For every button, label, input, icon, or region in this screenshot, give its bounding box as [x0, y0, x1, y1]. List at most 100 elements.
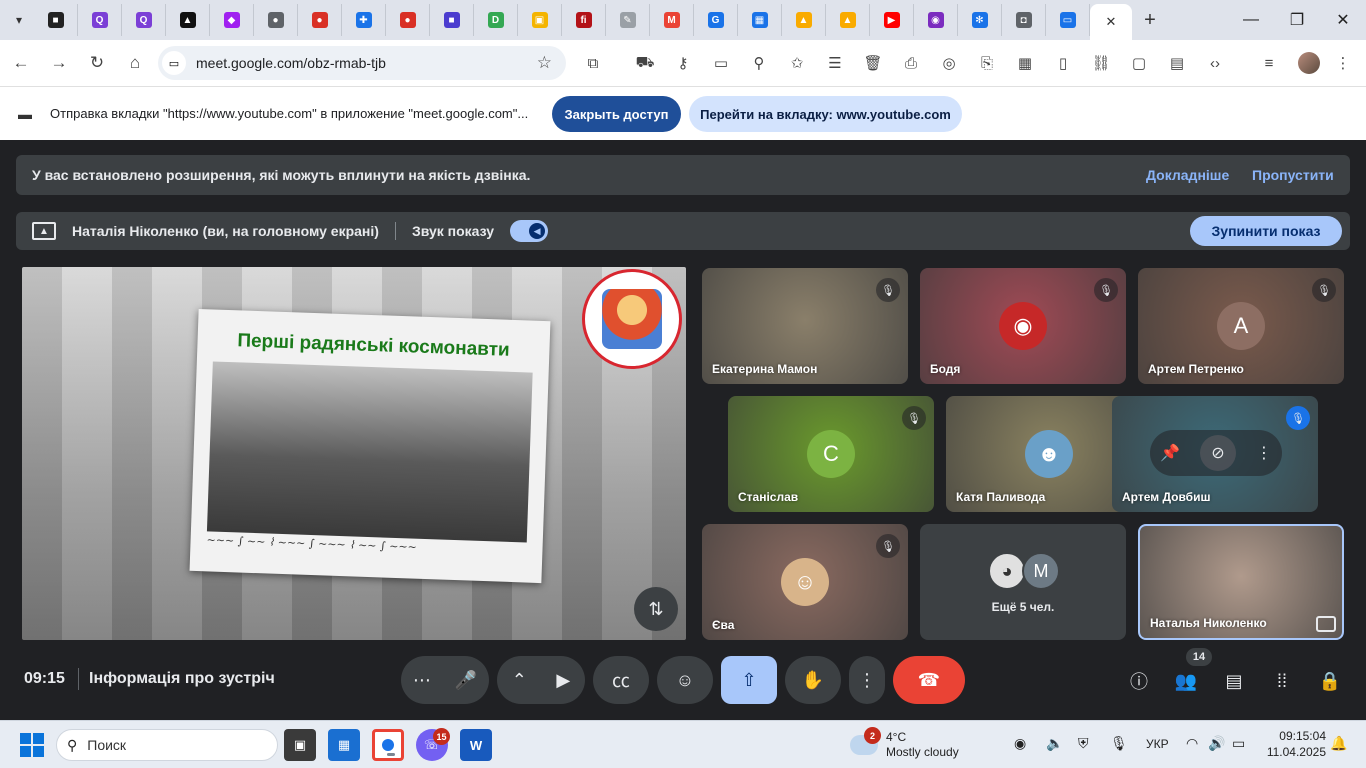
url-text[interactable]: meet.google.com/obz-rmab-tjb — [196, 55, 386, 71]
mic-tray-icon[interactable]: 🎙 — [1110, 735, 1128, 752]
browser-tab[interactable]: Q — [122, 4, 166, 36]
browser-tab[interactable]: Q — [78, 4, 122, 36]
viber-tray-icon[interactable]: ◉ — [1014, 735, 1026, 752]
participant-tile[interactable]: ☺ 🎙 Єва — [702, 524, 908, 640]
task-view-icon[interactable]: ▣ — [284, 729, 316, 761]
start-button[interactable] — [20, 733, 44, 757]
browser-tab[interactable]: ▲ — [826, 4, 870, 36]
browser-tab[interactable]: ■ — [430, 4, 474, 36]
stop-sharing-button[interactable]: Закрыть доступ — [552, 96, 681, 132]
browser-tab[interactable]: ▲ — [166, 4, 210, 36]
battery-icon[interactable]: ▭ — [1232, 735, 1245, 752]
browser-tab[interactable]: ▭ — [1046, 4, 1090, 36]
meet-site-icon[interactable]: ▭ — [162, 51, 186, 75]
key-icon[interactable]: ⚷ — [670, 50, 696, 76]
translate-icon[interactable]: ⎘ — [974, 50, 1000, 76]
browser-tab[interactable]: ● — [386, 4, 430, 36]
participant-tile[interactable]: 🎙 Екатерина Мамон — [702, 268, 908, 384]
taskbar-search[interactable]: ⚲ Поиск — [56, 729, 278, 761]
notifications-icon[interactable]: 🔔 — [1330, 735, 1347, 752]
close-tab-icon[interactable]: ✕ — [1106, 14, 1117, 30]
browser-tab[interactable]: ▦ — [738, 4, 782, 36]
browser-tab[interactable]: M — [650, 4, 694, 36]
skip-link[interactable]: Пропустити — [1252, 167, 1334, 183]
browser-tab[interactable]: D — [474, 4, 518, 36]
browser-tab[interactable]: ● — [298, 4, 342, 36]
chrome-icon[interactable] — [372, 729, 404, 761]
active-tab-close[interactable]: ✕ — [1090, 4, 1132, 40]
emoji-icon[interactable]: ☺ — [657, 656, 713, 704]
host-controls-icon[interactable]: 🔒 — [1315, 666, 1345, 696]
menu-kebab-icon[interactable]: ⋮ — [1330, 50, 1356, 76]
security-icon[interactable]: ⛨ — [1078, 735, 1089, 752]
raise-hand-icon[interactable]: ✋ — [785, 656, 841, 704]
share-audio-toggle[interactable]: ◀ — [510, 220, 549, 242]
speaker-icon[interactable]: 🔊 — [1208, 735, 1225, 752]
wifi-icon[interactable]: ◠ — [1186, 735, 1198, 752]
browser-tab[interactable]: ✻ — [958, 4, 1002, 36]
stop-presenting-button[interactable]: Зупинити показ — [1190, 216, 1342, 246]
profile-avatar[interactable] — [1298, 52, 1320, 74]
tab-search-button[interactable]: ▾ — [4, 5, 34, 35]
browser-tab[interactable]: fi — [562, 4, 606, 36]
link-icon[interactable]: ⛓ — [1088, 50, 1114, 76]
print-icon[interactable]: ⎙ — [898, 50, 924, 76]
swap-layout-icon[interactable]: ⇅ — [634, 587, 678, 631]
participant-tile[interactable]: 📌 ⊘ ⋮ 🎙 Артем Довбиш — [1112, 396, 1318, 512]
browser-tab[interactable]: ● — [254, 4, 298, 36]
browser-tab[interactable]: ■ — [34, 4, 78, 36]
browser-tab[interactable]: ▶ — [870, 4, 914, 36]
meeting-details[interactable]: Інформація про зустріч — [89, 670, 275, 688]
browser-tab[interactable]: ◆ — [210, 4, 254, 36]
cast-icon[interactable]: ▢ — [1126, 50, 1152, 76]
chevron-up-icon[interactable]: ⌃ — [512, 670, 527, 691]
system-clock[interactable]: 09:15:04 11.04.2025 — [1262, 728, 1326, 760]
weather-widget[interactable]: 2 4°C Mostly cloudy — [850, 727, 959, 763]
chat-icon[interactable]: ▤ — [1219, 666, 1249, 696]
present-now-icon[interactable]: ⇧ — [721, 656, 777, 704]
people-icon[interactable]: 👥 — [1171, 666, 1201, 696]
browser-tab[interactable]: ✎ — [606, 4, 650, 36]
home-button[interactable]: ⌂ — [118, 46, 152, 80]
camera-icon[interactable]: ▶ — [556, 670, 570, 691]
participant-tile[interactable]: А 🎙 Артем Петренко — [1138, 268, 1344, 384]
store-icon[interactable]: ▦ — [328, 729, 360, 761]
bookmark-star-icon[interactable]: ☆ — [537, 53, 552, 73]
reload-button[interactable]: ↻ — [80, 46, 114, 80]
forward-button[interactable]: → — [42, 46, 76, 80]
card-icon[interactable]: ▭ — [708, 50, 734, 76]
browser-tab[interactable]: ◘ — [1002, 4, 1046, 36]
picture-in-picture-icon[interactable] — [1316, 616, 1336, 632]
audio-options-icon[interactable]: ⋯ — [413, 670, 431, 691]
star-list-icon[interactable]: ✩ — [784, 50, 810, 76]
learn-more-link[interactable]: Докладніше — [1146, 167, 1229, 183]
lens-icon[interactable]: ◎ — [936, 50, 962, 76]
table-icon[interactable]: ▤ — [1164, 50, 1190, 76]
captions-icon[interactable]: ㏄ — [593, 656, 649, 704]
browser-tab[interactable]: G — [694, 4, 738, 36]
switch-tab-button[interactable]: Перейти на вкладку: www.youtube.com — [689, 96, 962, 132]
info-icon[interactable]: ⓘ — [1124, 666, 1154, 696]
volume-mixer-icon[interactable]: 🔈 — [1046, 735, 1063, 752]
minimize-button[interactable]: — — [1228, 0, 1274, 40]
self-view-tile[interactable]: Наталья Николенко — [1138, 524, 1344, 640]
code-icon[interactable]: ‹› — [1202, 50, 1228, 76]
pin-icon[interactable]: 📌 — [1160, 443, 1180, 463]
browser-tab[interactable]: ▲ — [782, 4, 826, 36]
address-bar[interactable]: ▭ meet.google.com/obz-rmab-tjb ☆ — [158, 46, 566, 80]
participant-tile[interactable]: ◉ 🎙 Бодя — [920, 268, 1126, 384]
more-options-icon[interactable]: ⋮ — [1256, 443, 1272, 463]
input-language[interactable]: УКР — [1146, 737, 1169, 751]
trash-icon[interactable]: 🗑 — [860, 50, 886, 76]
close-window-button[interactable]: ✕ — [1320, 0, 1366, 40]
mute-participant-icon[interactable]: ⊘ — [1199, 435, 1236, 471]
browser-tab[interactable]: ▣ — [518, 4, 562, 36]
reader-icon[interactable]: ▯ — [1050, 50, 1076, 76]
maximize-button[interactable]: ❐ — [1274, 0, 1320, 40]
more-participants-tile[interactable]: ◕ M Ещё 5 чел. — [920, 524, 1126, 640]
media-icon[interactable]: ≡ — [1256, 50, 1282, 76]
extensions-icon[interactable]: ⧉ — [580, 50, 606, 76]
word-icon[interactable]: W — [460, 729, 492, 761]
more-options-icon[interactable]: ⋮ — [849, 656, 885, 704]
participant-tile[interactable]: С 🎙 Станіслав — [728, 396, 934, 512]
